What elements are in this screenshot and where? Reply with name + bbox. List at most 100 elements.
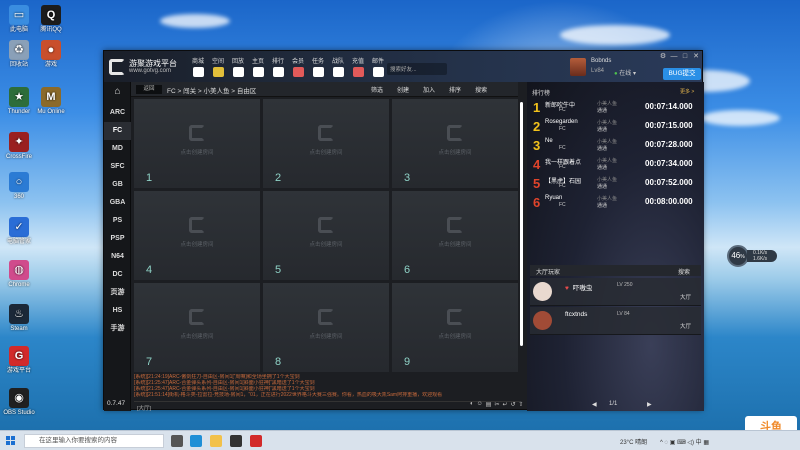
task-view-icon[interactable]	[171, 435, 183, 447]
room-action-button[interactable]: 创建	[397, 85, 409, 94]
room-slot[interactable]: 点击创建房间 1	[134, 99, 260, 188]
nav-item[interactable]: 主页	[250, 56, 266, 77]
user-avatar[interactable]	[570, 58, 586, 76]
friend-search-input[interactable]: 搜索好友...	[387, 63, 447, 75]
nav-item[interactable]: 排行	[270, 56, 286, 77]
desktop-icon[interactable]: ▭ 此电脑	[3, 5, 35, 34]
ranking-more-link[interactable]: 更多 >	[680, 88, 694, 95]
room-slot[interactable]: 点击创建房间 4	[134, 191, 260, 280]
obs-icon[interactable]	[230, 435, 242, 447]
desktop-icon[interactable]: G 游戏平台	[3, 346, 35, 375]
system-tray[interactable]: ^ ◌ ▣ ⌨ ◁) 中 ▦	[660, 437, 709, 446]
weather-widget[interactable]: 23°C 晴朗	[620, 437, 647, 446]
nav-item[interactable]: 充值	[350, 56, 366, 77]
room-slot[interactable]: 点击创建房间 5	[263, 191, 389, 280]
desktop-app-icon: ○	[9, 172, 29, 192]
nav-item[interactable]: 回放	[230, 56, 246, 77]
ranking-row[interactable]: 5 【黑虎】石园 FC 小美人鱼 通通 00:07:52.000	[530, 175, 701, 191]
hall-user-location: 大厅	[680, 295, 692, 301]
desktop-icon[interactable]: ★ Thunder	[3, 87, 35, 116]
sidebar-item[interactable]: SFC	[104, 158, 131, 176]
hall-user-row[interactable]: ♥ 吓嗷虫 LV 250 大厅	[530, 278, 701, 306]
nav-item[interactable]: 任务	[310, 56, 326, 77]
desktop-icon[interactable]: M Mu Online	[35, 87, 67, 116]
desktop-icon[interactable]: ♻ 回收站	[3, 40, 35, 69]
chat-tool-icon[interactable]: ✂	[494, 401, 499, 408]
room-slot[interactable]: 点击创建房间 6	[392, 191, 518, 280]
room-grid-scrollbar[interactable]	[520, 102, 523, 346]
room-slot[interactable]: 点击创建房间 3	[392, 99, 518, 188]
home-icon[interactable]: ⌂	[104, 82, 131, 100]
desktop-icon[interactable]: ✓ 电脑管家	[3, 217, 35, 246]
chat-tool-icon[interactable]: ⇧	[519, 401, 524, 408]
hall-search-button[interactable]: 搜索	[678, 267, 690, 276]
sidebar-item[interactable]: GBA	[104, 194, 131, 212]
game-platform-icon[interactable]	[250, 435, 262, 447]
hall-prev-page-button[interactable]: ◀	[592, 401, 597, 408]
chat-tool-icon[interactable]: ↺	[511, 401, 516, 408]
nav-item-label: 会员	[291, 59, 304, 65]
sidebar-item[interactable]: DC	[104, 266, 131, 284]
room-action-button[interactable]: 加入	[423, 85, 435, 94]
desktop-icon[interactable]: ◍ Chrome	[3, 260, 35, 289]
chat-tool-icon[interactable]: ◐	[470, 401, 474, 408]
sidebar-item[interactable]: HS	[104, 302, 131, 320]
start-button[interactable]	[6, 436, 16, 446]
nav-item[interactable]: 战队	[330, 56, 346, 77]
desktop-icon-label: 回收站	[9, 62, 28, 68]
desktop-icon[interactable]: ✦ CrossFire	[3, 132, 35, 161]
sidebar-item[interactable]: 手游	[104, 320, 131, 338]
sidebar-item[interactable]: N64	[104, 248, 131, 266]
desktop-icon[interactable]: ○ 360	[3, 172, 35, 201]
sidebar-item[interactable]: ARC	[104, 104, 131, 122]
room-action-button[interactable]: 搜索	[475, 85, 487, 94]
chat-input[interactable]: [大厅]	[134, 401, 520, 412]
chat-tool-icon[interactable]: ↵	[502, 401, 507, 408]
sidebar-item[interactable]: PS	[104, 212, 131, 230]
ranking-row[interactable]: 2 Rosegarden FC 小美人鱼 通通 00:07:15.000	[530, 118, 701, 134]
chat-tool-icon[interactable]: ☺	[477, 401, 483, 408]
room-number: 9	[404, 356, 411, 368]
sidebar-item[interactable]: PSP	[104, 230, 131, 248]
ranking-row[interactable]: 3 Ne FC 小美人鱼 通通 00:07:28.000	[530, 137, 701, 153]
user-status-dropdown[interactable]: ● 在线 ▾	[614, 68, 636, 77]
sidebar-item[interactable]: GB	[104, 176, 131, 194]
nav-item-label: 主页	[251, 59, 264, 65]
chat-tool-icon[interactable]: ▤	[486, 401, 492, 408]
room-slot[interactable]: 点击创建房间 9	[392, 283, 518, 372]
desktop-icon[interactable]: ♨ Steam	[3, 304, 35, 333]
desktop-icon[interactable]: Q 腾讯QQ	[35, 5, 67, 34]
sidebar-item[interactable]: 页游	[104, 284, 131, 302]
network-speed-widget[interactable]: 46% 0.1K/s 1.6K/s	[727, 245, 777, 267]
room-action-button[interactable]: 筛选	[371, 85, 383, 94]
network-usage-unit: %	[740, 254, 745, 260]
edge-icon[interactable]	[190, 435, 202, 447]
room-slot[interactable]: 点击创建房间 8	[263, 283, 389, 372]
desktop-icon[interactable]: ● 游戏	[35, 40, 67, 69]
desktop-icon[interactable]: ◉ OBS Studio	[3, 388, 35, 417]
back-button[interactable]: 返回	[136, 85, 162, 94]
explorer-icon[interactable]	[210, 435, 222, 447]
sidebar-item[interactable]: FC	[104, 122, 131, 140]
hall-next-page-button[interactable]: ▶	[647, 401, 652, 408]
close-icon[interactable]: ✕	[692, 53, 700, 61]
game-platform-window: 游聚游戏平台 www.gotvg.com 商城 空间 回放 主页 排行 会员 任务 战队 充值 邮…	[103, 50, 704, 412]
room-number: 3	[404, 172, 411, 184]
minimize-icon[interactable]: —	[670, 53, 678, 61]
room-slot[interactable]: 点击创建房间 2	[263, 99, 389, 188]
nav-item[interactable]: 会员	[290, 56, 306, 77]
hall-user-row[interactable]: ftcxtnds LV 84 大厅	[530, 307, 701, 335]
nav-item[interactable]: 邮件	[370, 56, 386, 77]
nav-item[interactable]: 空间	[210, 56, 226, 77]
ranking-row[interactable]: 6 Ryuan FC 小美人鱼 通通 00:08:00.000	[530, 194, 701, 210]
maximize-icon[interactable]: □	[681, 53, 689, 61]
sidebar-item[interactable]: MD	[104, 140, 131, 158]
settings-icon[interactable]: ⚙	[659, 53, 667, 61]
room-action-button[interactable]: 排序	[449, 85, 461, 94]
nav-item[interactable]: 商城	[190, 56, 206, 77]
ranking-row[interactable]: 4 我一样跟着点 FC 小美人鱼 通通 00:07:34.000	[530, 156, 701, 172]
room-slot[interactable]: 点击创建房间 7	[134, 283, 260, 372]
bug-report-button[interactable]: BUG提交	[663, 68, 701, 80]
ranking-row[interactable]: 1 新郎吹牛中 FC 小美人鱼 通通 00:07:14.000	[530, 99, 701, 115]
taskbar-search-input[interactable]: 在这里输入你要搜索的内容	[24, 434, 164, 448]
